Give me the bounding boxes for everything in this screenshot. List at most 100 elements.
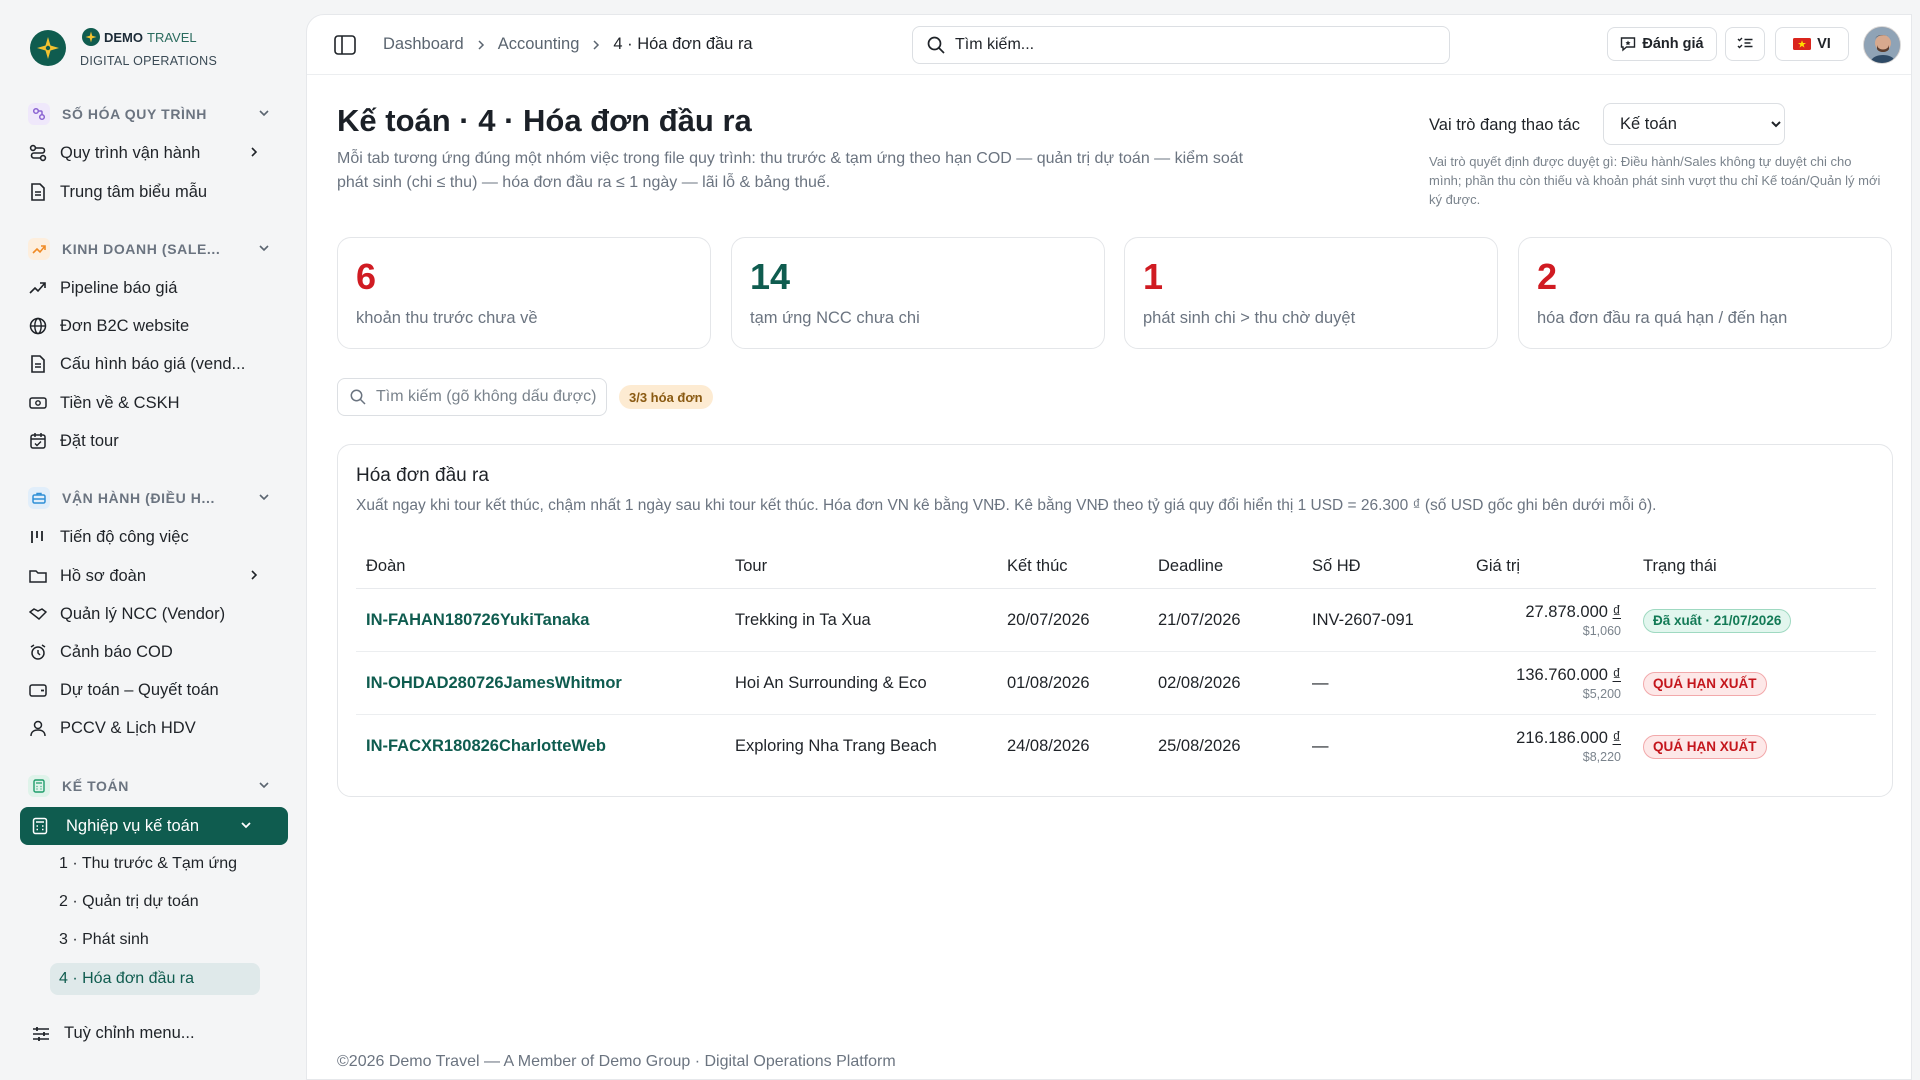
workflow-steps-icon — [28, 143, 48, 163]
feedback-button[interactable]: Đánh giá — [1607, 27, 1717, 61]
chevron-down-icon — [256, 489, 272, 508]
sidebar-subitem-quan-tri-du-toan[interactable]: 2 · Quản trị dự toán — [50, 886, 260, 918]
sidebar-item-canh-bao-cod[interactable]: Cảnh báo COD — [28, 637, 258, 667]
sidebar-item-quy-trinh-van-hanh[interactable]: Quy trình vận hành — [28, 138, 258, 168]
sidebar-item-dat-tour[interactable]: Đặt tour — [28, 426, 258, 456]
vnd-amount: 27.878.000 ₫ — [1525, 603, 1621, 621]
trend-up-icon — [28, 238, 50, 260]
sidebar-item-tien-ve-cskh[interactable]: Tiền về & CSKH — [28, 388, 258, 418]
sidebar-toggle-icon[interactable] — [333, 33, 357, 57]
brand-name: DEMO TRAVEL — [82, 28, 197, 46]
customize-menu-button[interactable]: Tuỳ chỉnh menu... — [32, 1024, 195, 1043]
table-row[interactable]: IN-FAHAN180726YukiTanaka Trekking in Ta … — [356, 589, 1876, 652]
checklist-button[interactable] — [1725, 27, 1765, 61]
vnd-amount: 216.186.000 ₫ — [1516, 729, 1621, 747]
sidebar-item-ho-so-doan[interactable]: Hồ sơ đoàn — [28, 561, 258, 591]
sidebar-subitem-hoa-don-dau-ra[interactable]: 4 · Hóa đơn đầu ra — [50, 963, 260, 995]
invoice-number-cell: — — [1312, 674, 1329, 692]
invoice-count-badge: 3/3 hóa đơn — [619, 385, 713, 409]
section-ke-toan[interactable]: KẾ TOÁN — [28, 773, 278, 799]
calculator-icon — [28, 775, 50, 797]
column-header-ket-thuc[interactable]: Kết thúc — [1007, 557, 1068, 576]
footer: ©2026 Demo Travel — A Member of Demo Gro… — [337, 1053, 896, 1070]
page-description: Mỗi tab tương ứng đúng một nhóm việc tro… — [337, 150, 1244, 191]
column-header-doan[interactable]: Đoàn — [366, 557, 405, 576]
group-code-link[interactable]: IN-OHDAD280726JamesWhitmor — [366, 652, 622, 715]
sidebar-item-pipeline-bao-gia[interactable]: Pipeline báo giá — [28, 273, 258, 303]
end-date-cell: 01/08/2026 — [1007, 674, 1090, 692]
sidebar-item-pccv-lich-hdv[interactable]: PCCV & Lịch HDV — [28, 713, 258, 743]
chevron-down-icon — [238, 817, 254, 838]
globe-icon — [28, 316, 48, 336]
usd-amount: $5,200 — [1582, 687, 1621, 701]
column-header-gia-tri[interactable]: Giá trị — [1476, 557, 1520, 576]
feedback-icon — [1620, 36, 1636, 52]
sidebar-item-cau-hinh-bao-gia[interactable]: Cấu hình báo giá (vend... — [28, 349, 258, 379]
tour-cell: Trekking in Ta Xua — [735, 611, 871, 629]
stat-card-tam-ung[interactable]: 14 tạm ứng NCC chưa chi — [731, 237, 1105, 349]
user-avatar[interactable] — [1863, 26, 1901, 64]
compass-logo-icon — [30, 30, 66, 66]
column-header-so-hd[interactable]: Số HĐ — [1312, 557, 1361, 576]
role-select[interactable]: Kế toán — [1603, 103, 1785, 145]
sidebar-item-don-b2c-website[interactable]: Đơn B2C website — [28, 311, 258, 341]
vietnam-flag-icon — [1793, 38, 1812, 50]
status-cell: QUÁ HẠN XUẤT — [1643, 652, 1767, 715]
sidebar-item-quan-ly-ncc[interactable]: Quản lý NCC (Vendor) — [28, 599, 258, 629]
column-header-deadline[interactable]: Deadline — [1158, 557, 1223, 576]
stat-card-hoa-don[interactable]: 2 hóa đơn đầu ra quá hạn / đến hạn — [1518, 237, 1892, 349]
sidebar-subitem-phat-sinh[interactable]: 3 · Phát sinh — [50, 924, 260, 956]
chevron-right-icon — [475, 39, 487, 51]
role-label: Vai trò đang thao tác — [1429, 116, 1581, 134]
group-code-link[interactable]: IN-FACXR180826CharlotteWeb — [366, 715, 606, 778]
sidebar-subitem-thu-truoc-tam-ung[interactable]: 1 · Thu trước & Tạm ứng — [50, 848, 260, 880]
status-badge: QUÁ HẠN XUẤT — [1643, 734, 1767, 759]
stat-value: 2 — [1537, 256, 1558, 297]
global-search-input[interactable]: Tìm kiếm... — [912, 26, 1450, 64]
sliders-icon — [32, 1026, 50, 1042]
column-header-trang-thai[interactable]: Trạng thái — [1643, 557, 1717, 576]
table-row[interactable]: IN-FACXR180826CharlotteWeb Exploring Nha… — [356, 715, 1876, 778]
value-cell: 27.878.000 ₫ $1,060 — [1466, 589, 1621, 652]
section-van-hanh[interactable]: VẬN HÀNH (ĐIỀU H... — [28, 485, 278, 511]
document-icon — [28, 182, 48, 202]
sidebar: DEMO TRAVEL DIGITAL OPERATIONS SỐ HÓA QU… — [0, 0, 306, 1080]
column-header-tour[interactable]: Tour — [735, 557, 767, 576]
handshake-icon — [28, 604, 48, 624]
status-cell: Đã xuất · 21/07/2026 — [1643, 589, 1792, 652]
stat-card-thu-truoc[interactable]: 6 khoản thu trước chưa về — [337, 237, 711, 349]
language-switcher[interactable]: VI — [1775, 27, 1849, 61]
search-icon — [927, 36, 945, 54]
wallet-icon — [28, 680, 48, 700]
chevron-right-icon — [246, 144, 262, 165]
main-panel: Dashboard Accounting 4 · Hóa đơn đầu ra … — [306, 14, 1912, 1080]
section-kinh-doanh[interactable]: KINH DOANH (SALE... — [28, 236, 278, 262]
invoice-number-cell: INV-2607-091 — [1312, 611, 1414, 629]
stat-value: 14 — [750, 256, 791, 297]
status-badge: Đã xuất · 21/07/2026 — [1643, 608, 1792, 633]
sidebar-item-trung-tam-bieu-mau[interactable]: Trung tâm biểu mẫu — [28, 177, 258, 207]
stat-card-phat-sinh[interactable]: 1 phát sinh chi > thu chờ duyệt — [1124, 237, 1498, 349]
stat-value: 1 — [1143, 256, 1164, 297]
table-row[interactable]: IN-OHDAD280726JamesWhitmor Hoi An Surrou… — [356, 652, 1876, 715]
breadcrumb-accounting[interactable]: Accounting — [498, 35, 580, 54]
section-so-hoa-quy-trinh[interactable]: SỐ HÓA QUY TRÌNH — [28, 101, 278, 127]
end-date-cell: 24/08/2026 — [1007, 737, 1090, 755]
group-code-link[interactable]: IN-FAHAN180726YukiTanaka — [366, 589, 589, 652]
workflow-icon — [28, 103, 50, 125]
stat-label: hóa đơn đầu ra quá hạn / đến hạn — [1537, 309, 1788, 327]
tour-cell: Exploring Nha Trang Beach — [735, 737, 937, 755]
topbar: Dashboard Accounting 4 · Hóa đơn đầu ra … — [307, 15, 1911, 75]
mini-compass-icon — [82, 28, 100, 46]
briefcase-icon — [28, 487, 50, 509]
sidebar-item-nghiep-vu-ke-toan[interactable]: Nghiệp vụ kế toán — [20, 807, 288, 845]
user-icon — [28, 718, 48, 738]
breadcrumb-dashboard[interactable]: Dashboard — [383, 35, 464, 54]
invoice-search-input[interactable]: Tìm kiếm (gõ không dấu được) — [337, 378, 607, 416]
invoice-table-card: Hóa đơn đầu ra Xuất ngay khi tour kết th… — [337, 444, 1893, 797]
brand[interactable]: DEMO TRAVEL DIGITAL OPERATIONS — [30, 28, 290, 76]
deadline-cell: 25/08/2026 — [1158, 737, 1241, 755]
sidebar-item-du-toan-quyet-toan[interactable]: Dự toán – Quyết toán — [28, 675, 258, 705]
sidebar-item-tien-do-cong-viec[interactable]: Tiến độ công việc — [28, 522, 258, 552]
usd-amount: $1,060 — [1582, 624, 1621, 638]
